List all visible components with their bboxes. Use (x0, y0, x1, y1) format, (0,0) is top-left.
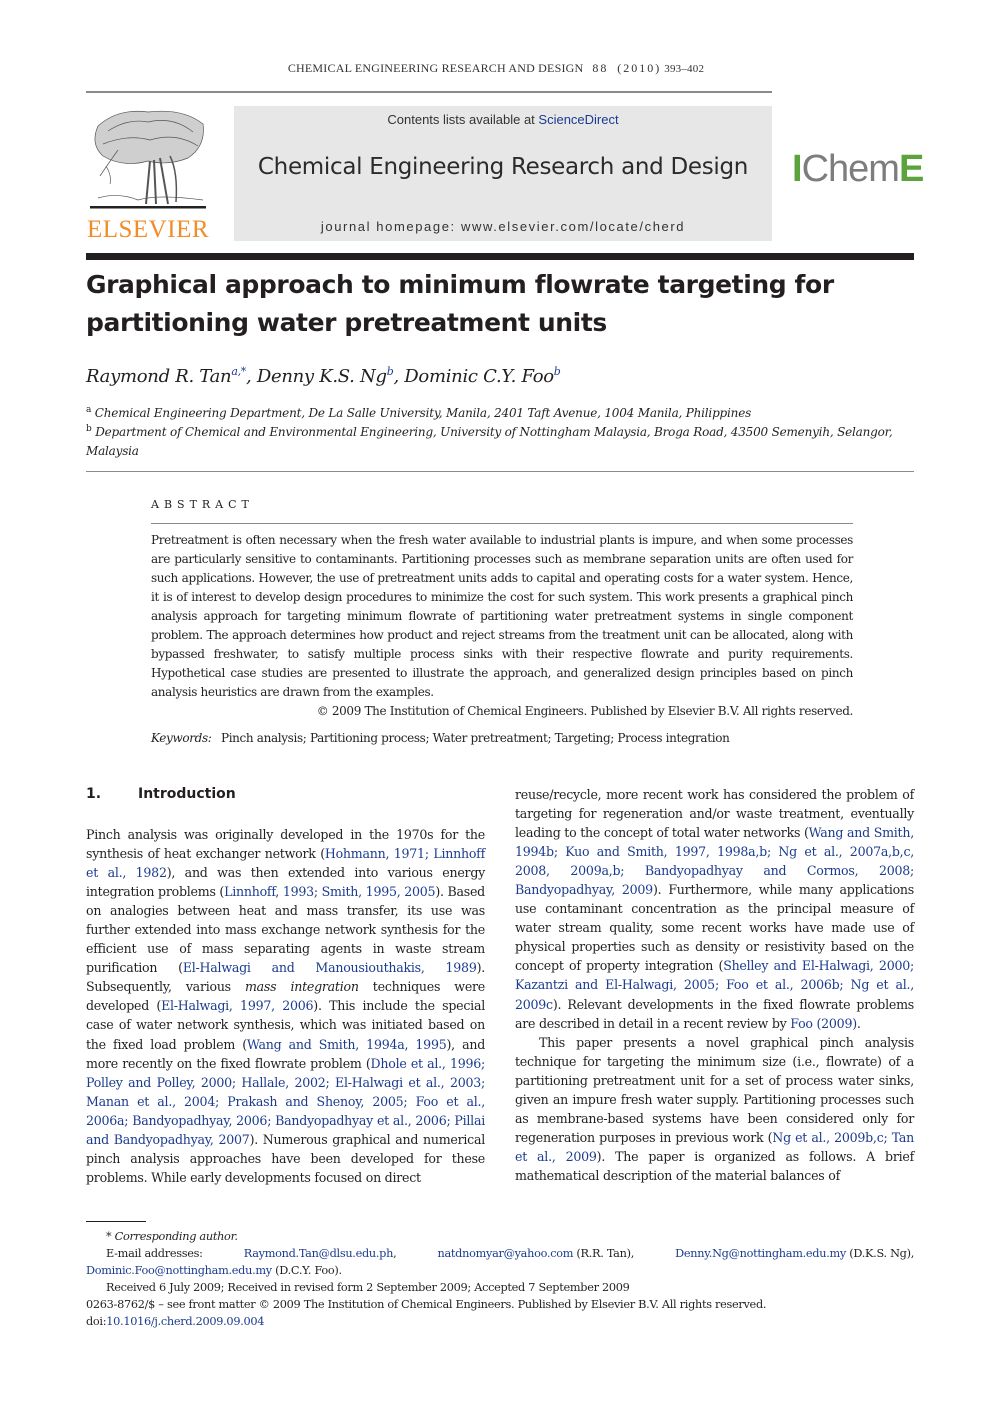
email-link[interactable]: Denny.Ng@nottingham.edu.my (675, 1247, 846, 1260)
citation-link[interactable]: Wang and Smith, 1994a, 1995 (247, 1037, 447, 1052)
icheme-logo-e: E (898, 148, 924, 190)
footnote-divider (86, 1221, 146, 1222)
elsevier-tree-icon (90, 110, 206, 209)
email-link[interactable]: natdnomyar@yahoo.com (438, 1247, 574, 1260)
title-divider (86, 253, 914, 260)
affiliation-mark: b (86, 424, 92, 434)
sciencedirect-link[interactable]: ScienceDirect (538, 112, 618, 127)
email-suffix: (D.K.S. Ng), (845, 1247, 914, 1260)
intro-paragraph-2: This paper presents a novel graphical pi… (515, 1033, 914, 1185)
author-1[interactable]: Raymond R. Tan (86, 366, 232, 387)
abstract-heading: ABSTRACT (151, 498, 254, 511)
body-text: . (856, 1015, 861, 1031)
citation-link[interactable]: Linnhoff, 1993; Smith, 1995, 2005 (224, 884, 435, 899)
citation-link[interactable]: El-Halwagi and Manousiouthakis, 1989 (183, 960, 477, 975)
email-line: E-mail addresses: Raymond.Tan@dlsu.edu.p… (86, 1245, 914, 1262)
journal-masthead: Contents lists available at ScienceDirec… (234, 106, 772, 241)
journal-homepage[interactable]: journal homepage: www.elsevier.com/locat… (234, 219, 772, 234)
contents-prefix: Contents lists available at (387, 112, 539, 127)
corresponding-author-note: * Corresponding author. (86, 1228, 914, 1245)
received-dates: Received 6 July 2009; Received in revise… (106, 1281, 630, 1294)
body-column-right: reuse/recycle, more recent work has cons… (515, 785, 914, 1185)
abstract-copyright: © 2009 The Institution of Chemical Engin… (316, 704, 854, 718)
doi-link[interactable]: 10.1016/j.cherd.2009.09.004 (106, 1315, 264, 1328)
footnote-star: * (106, 1230, 112, 1243)
author-3[interactable]: Dominic C.Y. Foo (404, 366, 554, 387)
doi-line: doi:10.1016/j.cherd.2009.09.004 (86, 1313, 914, 1330)
keywords-label: Keywords: (151, 731, 212, 745)
abstract-body: Pretreatment is often necessary when the… (151, 533, 853, 699)
intro-paragraph-1-continued: reuse/recycle, more recent work has cons… (515, 785, 914, 1033)
affiliation-text: Chemical Engineering Department, De La S… (94, 406, 752, 420)
author-separator: , (393, 366, 405, 387)
running-head-year: (2010) (617, 61, 662, 75)
email-label: E-mail addresses: (106, 1247, 203, 1260)
author-2[interactable]: Denny K.S. Ng (257, 366, 387, 387)
running-head-journal: CHEMICAL ENGINEERING RESEARCH AND DESIGN (287, 61, 584, 75)
email-suffix: , (393, 1247, 397, 1260)
citation-link[interactable]: Foo (2009) (790, 1016, 857, 1031)
journal-title[interactable]: Chemical Engineering Research and Design (234, 154, 772, 180)
email-line-2: Dominic.Foo@nottingham.edu.my (D.C.Y. Fo… (86, 1262, 914, 1279)
author-separator: , (246, 366, 257, 387)
email-link[interactable]: Raymond.Tan@dlsu.edu.ph (244, 1247, 394, 1260)
affiliation-b: b Department of Chemical and Environment… (86, 420, 916, 461)
email-link[interactable]: Dominic.Foo@nottingham.edu.my (86, 1264, 272, 1277)
icheme-logo-i: I (792, 148, 803, 190)
author-1-affiliation-mark[interactable]: a,* (231, 365, 246, 378)
corresponding-author-label: Corresponding author. (114, 1230, 238, 1243)
author-3-affiliation-mark[interactable]: b (554, 365, 561, 378)
email-suffix: (R.R. Tan), (573, 1247, 634, 1260)
contents-availability: Contents lists available at ScienceDirec… (234, 112, 772, 127)
keywords-list: Pinch analysis; Partitioning process; Wa… (220, 731, 730, 745)
citation-link[interactable]: El-Halwagi, 1997, 2006 (161, 998, 313, 1013)
elsevier-logo[interactable]: ELSEVIER (86, 106, 210, 243)
abstract-divider (151, 523, 853, 524)
section-title: Introduction (138, 786, 236, 802)
footnotes: * Corresponding author. E-mail addresses… (86, 1228, 914, 1330)
emphasis-text: mass integration (244, 979, 359, 995)
body-column-left: Pinch analysis was originally developed … (86, 825, 485, 1187)
doi-label: doi: (86, 1315, 107, 1328)
section-number: 1. (86, 786, 102, 802)
running-head-volume: 88 (592, 61, 609, 75)
intro-paragraph-1: Pinch analysis was originally developed … (86, 825, 485, 1187)
section-heading-introduction: 1. Introduction (86, 786, 236, 802)
affiliation-text: Department of Chemical and Environmental… (86, 425, 893, 458)
running-head: CHEMICAL ENGINEERING RESEARCH AND DESIGN… (0, 61, 992, 76)
running-head-pages: 393–402 (664, 63, 705, 75)
icheme-logo[interactable]: IChemE (792, 148, 924, 190)
article-title: Graphical approach to minimum flowrate t… (86, 270, 834, 337)
elsevier-wordmark: ELSEVIER (86, 216, 210, 243)
body-text: This paper presents a novel graphical pi… (515, 1034, 914, 1145)
issn-copyright: 0263-8762/$ – see front matter © 2009 Th… (86, 1298, 767, 1311)
icheme-logo-chem: Chem (801, 148, 900, 190)
affiliation-divider (86, 471, 914, 472)
header-divider (86, 91, 772, 93)
affiliation-mark: a (86, 405, 92, 415)
author-list: Raymond R. Tana,*, Denny K.S. Ng b, Domin… (86, 365, 561, 387)
email-suffix: (D.C.Y. Foo). (271, 1264, 342, 1277)
keywords: Keywords: Pinch analysis; Partitioning p… (151, 731, 853, 745)
